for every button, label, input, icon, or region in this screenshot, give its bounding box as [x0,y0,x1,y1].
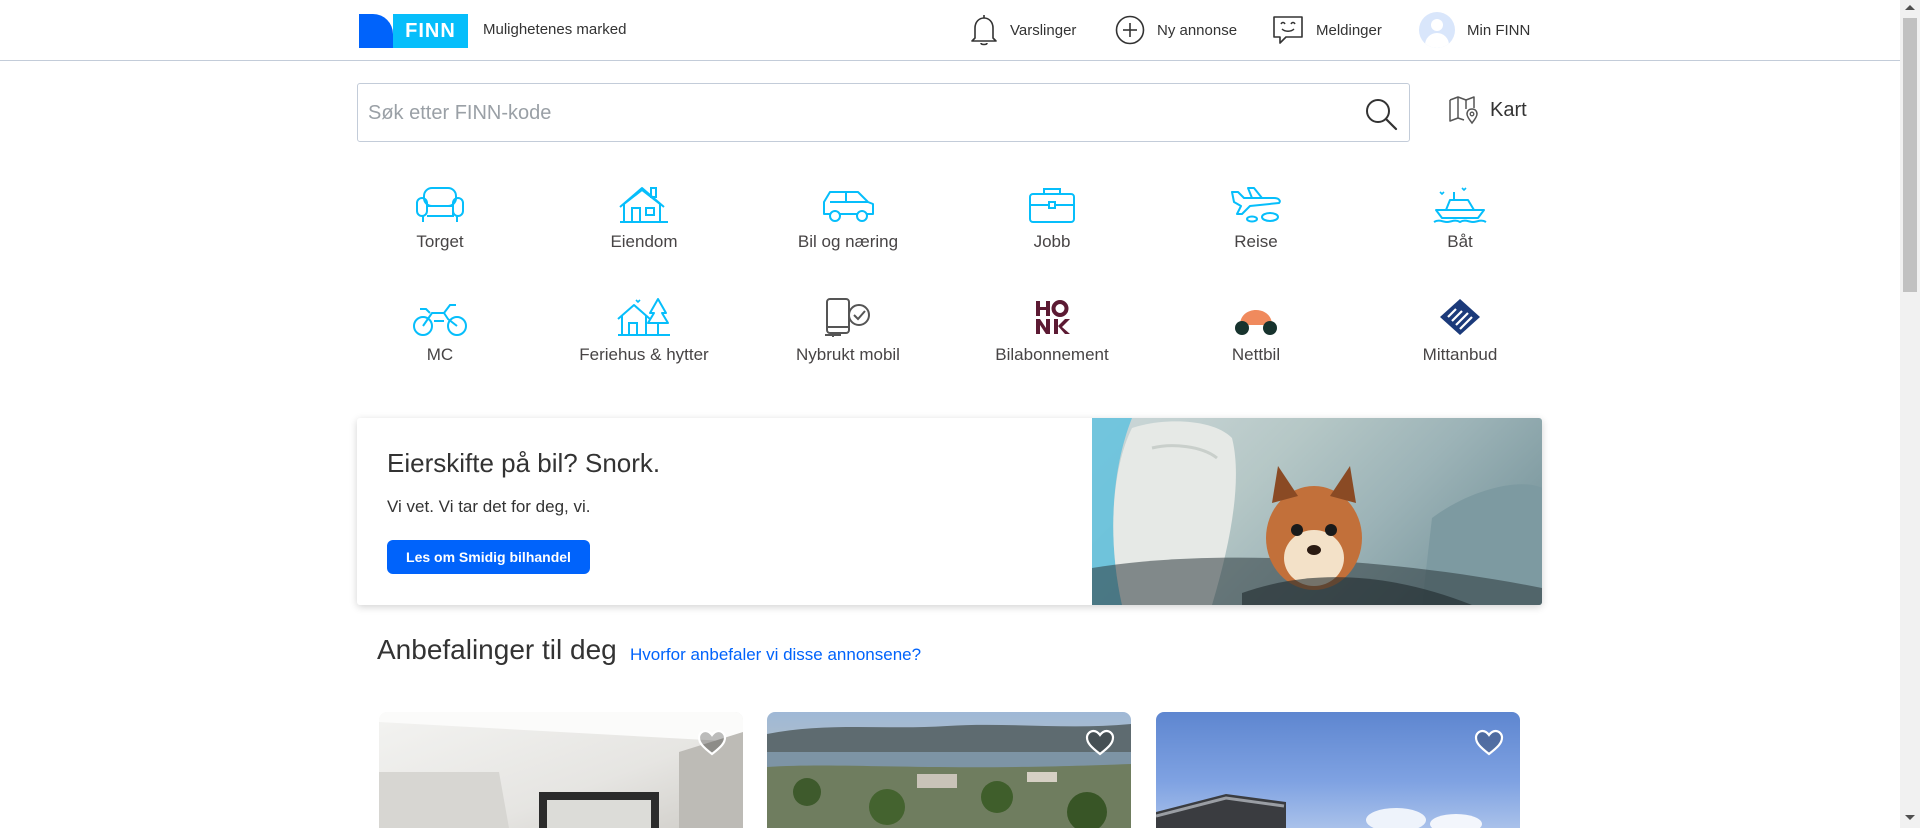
briefcase-icon [1029,188,1075,223]
nav-min-finn[interactable]: Min FINN [1419,12,1530,48]
house-icon [619,187,668,223]
card-image [379,712,743,828]
card-image [767,724,1131,828]
nav-varslinger-label: Varslinger [1010,21,1077,39]
category-bil-og-naering[interactable]: Bil og næring [746,180,950,252]
category-bilabonnement[interactable]: Bilabonnement [950,293,1154,365]
promo-image [1092,418,1542,605]
search-button[interactable] [1363,96,1399,132]
scroll-up-arrow-icon[interactable] [1905,5,1915,10]
recommendation-card[interactable] [1156,712,1520,828]
category-mc[interactable]: MC [338,293,542,365]
search-icon [1366,99,1398,131]
category-label: MC [426,345,454,364]
nav-min-finn-label: Min FINN [1467,21,1531,39]
nav-meldinger[interactable]: Meldinger [1272,12,1382,48]
nav-meldinger-label: Meldinger [1316,21,1382,39]
airplane-icon [1231,187,1281,223]
nav-varslinger[interactable]: Varslinger [970,12,1076,48]
scroll-thumb[interactable] [1903,18,1917,292]
favorite-button[interactable] [697,728,727,758]
boat-icon [1433,187,1487,224]
scroll-down-arrow-icon[interactable] [1905,815,1915,820]
category-jobb[interactable]: Jobb [950,180,1154,252]
nav-ny-annonse-label: Ny annonse [1157,21,1238,39]
recommendations-title: Anbefalinger til deg [377,634,617,665]
car-icon [823,191,874,222]
favorite-button[interactable] [1474,728,1504,758]
category-label: Nybrukt mobil [796,345,900,364]
category-label: Bilabonnement [995,345,1109,364]
fox-in-car-illustration [1092,418,1542,605]
nav-ny-annonse[interactable]: Ny annonse [1115,12,1237,48]
honk-logo [1036,300,1070,334]
promo-subtitle: Vi vet. Vi tar det for deg, vi. [387,497,591,516]
category-label: Bil og næring [797,232,899,251]
category-label: Eiendom [610,232,678,251]
heart-icon [1085,729,1115,756]
bell-icon [971,15,997,46]
recommendation-card[interactable] [379,712,743,828]
avatar [1419,12,1455,48]
category-label: Torget [416,232,464,251]
heart-icon [1474,729,1504,756]
category-nettbil[interactable]: Nettbil [1154,293,1358,365]
category-label: Feriehus & hytter [579,345,709,364]
nettbil-logo [1235,310,1277,335]
cabin-icon [617,298,670,336]
logo-text: FINN [393,14,468,48]
heart-icon [697,729,727,756]
tagline: Mulighetenes marked [483,21,627,38]
category-torget[interactable]: Torget [338,180,542,252]
favorite-button[interactable] [1085,728,1115,758]
mittanbud-logo [1440,299,1480,335]
category-reise[interactable]: Reise [1154,180,1358,252]
category-feriehus-hytter[interactable]: Feriehus & hytter [542,293,746,365]
search-input[interactable] [368,98,1318,128]
category-label: Nettbil [1231,345,1281,364]
category-label: Mittanbud [1422,345,1498,364]
mobile-icon [825,298,870,337]
map-icon [1449,96,1478,125]
plus-circle-icon [1115,15,1145,45]
category-label: Båt [1447,232,1473,251]
category-baat[interactable]: Båt [1358,180,1562,252]
finn-logo[interactable]: FINN [359,14,469,48]
map-link[interactable]: Kart [1448,95,1527,125]
category-nybrukt-mobil[interactable]: Nybrukt mobil [746,293,950,365]
page-scrollbar[interactable] [1900,0,1920,828]
promo-title: Eierskifte på bil? Snork. [387,448,661,478]
recommendation-card[interactable] [767,712,1131,828]
sofa-icon [416,187,464,222]
search-box [357,83,1410,142]
chat-icon [1273,16,1303,44]
logo-shape [359,14,393,48]
recommendations-why-link[interactable]: Hvorfor anbefaler vi disse annonsene? [630,645,921,665]
category-label: Reise [1234,232,1278,251]
map-label: Kart [1490,98,1527,121]
card-image [1156,794,1482,828]
top-bar: FINN Mulighetenes marked Varslinger Ny a… [0,0,1900,61]
category-label: Jobb [1033,232,1071,251]
category-mittanbud[interactable]: Mittanbud [1358,293,1562,365]
category-eiendom[interactable]: Eiendom [542,180,746,252]
motorcycle-icon [413,304,467,336]
promo-banner[interactable]: Eierskifte på bil? Snork. Vi vet. Vi tar… [357,418,1542,605]
promo-button[interactable]: Les om Smidig bilhandel [387,540,590,574]
